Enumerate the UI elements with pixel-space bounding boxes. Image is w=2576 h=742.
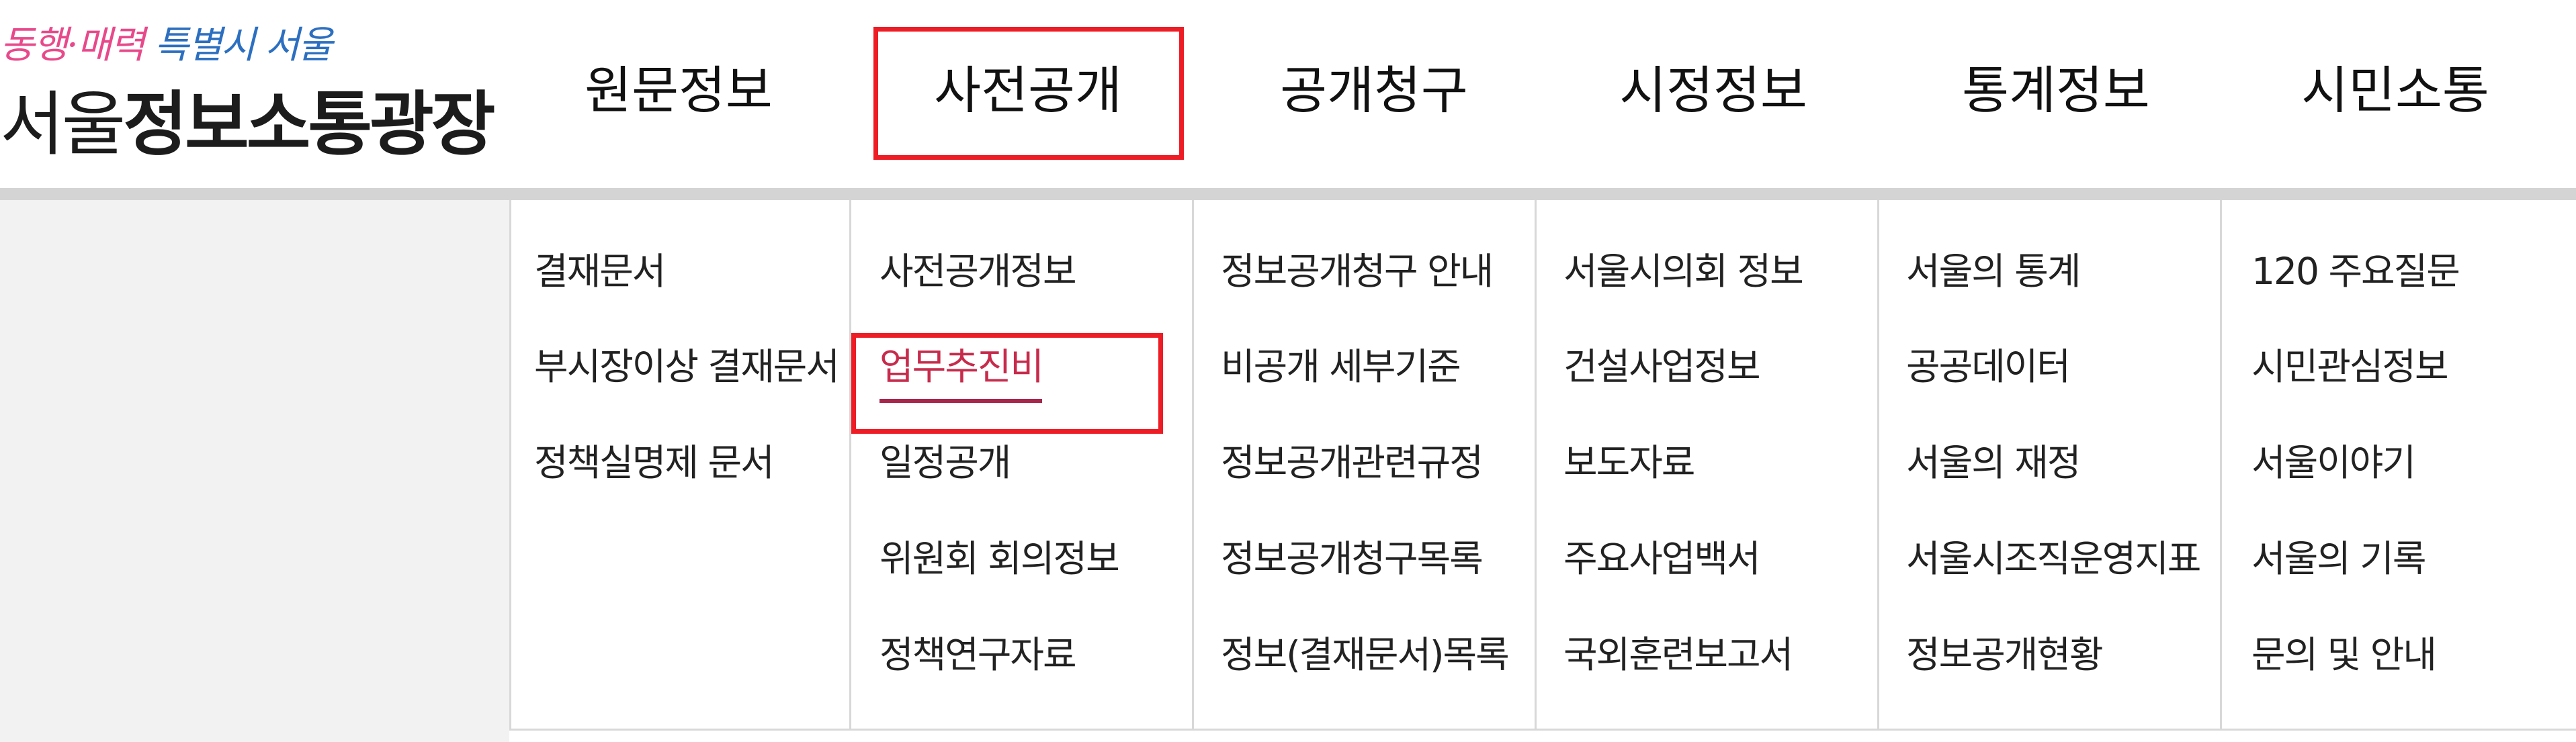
logo-title-bold: 정보소통광장 [123,83,495,165]
submenu-link[interactable]: 일정공개 [879,436,1011,490]
submenu-link[interactable]: 정보공개현황 [1906,628,2104,682]
submenu-column-original-info: 결재문서 부시장이상 결재문서 정책실명제 문서 [509,200,849,731]
submenu-left-background [0,200,509,742]
submenu-link[interactable]: 공공데이터 [1906,340,2071,393]
site-header: 동행·매력 특별시 서울 서울정보소통광장 원문정보 사전공개 공개청구 시정정… [0,0,2576,188]
submenu-link[interactable]: 결재문서 [534,244,666,298]
submenu-link[interactable]: 정책실명제 문서 [534,436,775,490]
submenu-link[interactable]: 시민관심정보 [2251,340,2449,393]
logo-slogan-blue: 특별시 서울 [154,24,333,67]
submenu-link[interactable]: 정보공개청구목록 [1221,532,1484,586]
submenu-column-city-info: 서울시의회 정보 건설사업정보 보도자료 주요사업백서 국외훈련보고서 [1535,200,1877,731]
submenu-link[interactable]: 정보(결재문서)목록 [1221,628,1510,682]
submenu-link[interactable]: 정보공개관련규정 [1221,436,1484,490]
submenu-link[interactable]: 서울의 재정 [1906,436,2081,490]
submenu-link[interactable]: 정책연구자료 [879,628,1077,682]
submenu-link[interactable]: 정보공개청구 안내 [1221,244,1494,298]
nav-item-city-info[interactable]: 시정정보 [1606,0,1821,181]
submenu-link[interactable]: 120 주요질문 [2251,244,2460,298]
submenu-link[interactable]: 주요사업백서 [1563,532,1761,586]
submenu-column-statistics: 서울의 통계 공공데이터 서울의 재정 서울시조직운영지표 정보공개현황 [1877,200,2220,731]
logo-slogan-pink: 동행·매력 [0,24,145,67]
logo-title-light: 서울 [0,83,126,165]
submenu-column-pre-disclosure: 사전공개정보 업무추진비 일정공개 위원회 회의정보 정책연구자료 [849,200,1192,731]
submenu-link[interactable]: 서울시의회 정보 [1563,244,1804,298]
highlight-box-nav [873,27,1184,160]
highlight-box-submenu [851,333,1163,434]
submenu-link[interactable]: 부시장이상 결재문서 [534,340,840,393]
submenu-link[interactable]: 위원회 회의정보 [879,532,1120,586]
logo-slogan: 동행·매력 특별시 서울 [0,15,333,69]
submenu-link[interactable]: 문의 및 안내 [2251,628,2437,682]
logo-title: 서울정보소통광장 [0,67,495,169]
site-logo[interactable]: 동행·매력 특별시 서울 서울정보소통광장 [0,15,495,165]
header-divider [0,188,2576,200]
nav-item-disclosure-request[interactable]: 공개청구 [1263,0,1485,181]
submenu-column-disclosure-request: 정보공개청구 안내 비공개 세부기준 정보공개관련규정 정보공개청구목록 정보(… [1192,200,1535,731]
submenu-link[interactable]: 보도자료 [1563,436,1695,490]
submenu-link[interactable]: 서울의 통계 [1906,244,2081,298]
submenu-link[interactable]: 국외훈련보고서 [1563,628,1793,682]
submenu-link[interactable]: 사전공개정보 [879,244,1077,298]
submenu-link[interactable]: 건설사업정보 [1563,340,1761,393]
submenu-link[interactable]: 비공개 세부기준 [1221,340,1461,393]
submenu-link[interactable]: 서울의 기록 [2251,532,2426,586]
submenu-link[interactable]: 서울이야기 [2251,436,2416,490]
nav-item-citizen-comm[interactable]: 시민소통 [2284,0,2506,181]
submenu-link[interactable]: 서울시조직운영지표 [1906,532,2201,586]
nav-item-original-info[interactable]: 원문정보 [578,0,779,181]
submenu-column-citizen-comm: 120 주요질문 시민관심정보 서울이야기 서울의 기록 문의 및 안내 [2220,200,2576,731]
nav-item-statistics[interactable]: 통계정보 [1948,0,2163,181]
